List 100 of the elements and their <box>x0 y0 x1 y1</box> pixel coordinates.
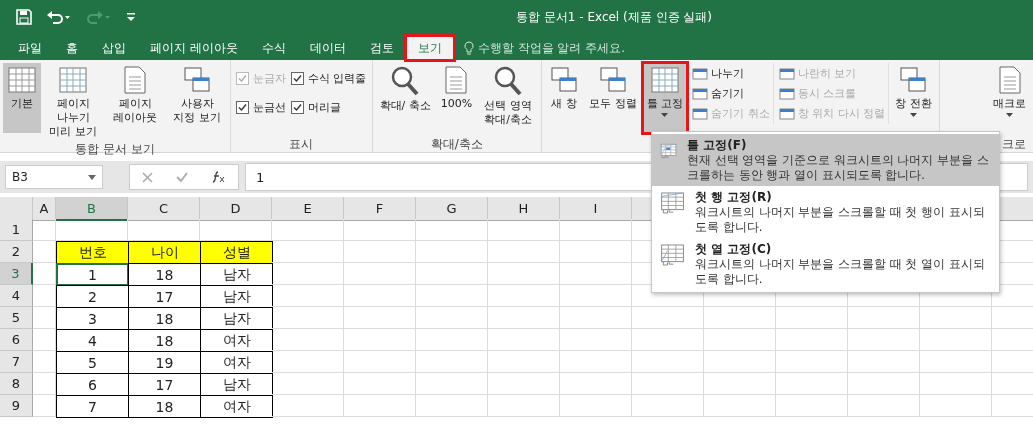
empty-cell[interactable] <box>560 373 632 395</box>
ribbon-button[interactable]: 기본 <box>3 63 41 133</box>
empty-cell[interactable] <box>560 219 632 241</box>
ribbon-button[interactable]: 선택 영역 확대/축소 <box>478 63 539 133</box>
ribbon-button[interactable]: 페이지 나누기 미리 보기 <box>43 63 103 141</box>
column-header[interactable]: B <box>56 197 128 221</box>
empty-cell[interactable] <box>632 395 704 417</box>
empty-cell[interactable] <box>488 219 560 241</box>
empty-cell[interactable] <box>344 263 416 285</box>
empty-cell[interactable] <box>560 329 632 351</box>
save-icon[interactable] <box>16 9 32 25</box>
enter-icon[interactable] <box>176 172 189 182</box>
empty-cell[interactable] <box>344 307 416 329</box>
empty-cell[interactable] <box>632 329 704 351</box>
function-icon[interactable] <box>212 171 227 183</box>
empty-cell[interactable] <box>920 351 992 373</box>
empty-cell[interactable] <box>488 307 560 329</box>
column-header[interactable]: I <box>560 197 632 221</box>
row-header[interactable]: 8 <box>0 373 33 395</box>
empty-cell[interactable] <box>848 307 920 329</box>
empty-cell[interactable] <box>560 307 632 329</box>
column-header[interactable]: H <box>488 197 560 221</box>
row-header[interactable]: 2 <box>0 241 33 263</box>
empty-cell[interactable] <box>344 241 416 263</box>
empty-cell[interactable] <box>344 329 416 351</box>
empty-cell[interactable] <box>416 329 488 351</box>
ribbon-tab[interactable]: 페이지 레이아웃 <box>138 36 250 60</box>
empty-cell[interactable] <box>560 351 632 373</box>
tell-me-field[interactable]: 수행할 작업을 알려 주세요. <box>453 36 626 60</box>
empty-cell[interactable] <box>920 307 992 329</box>
ribbon-tab[interactable]: 데이터 <box>297 36 358 60</box>
empty-cell[interactable] <box>560 241 632 263</box>
name-box[interactable]: B3 <box>5 165 103 189</box>
empty-cell[interactable] <box>776 329 848 351</box>
empty-cell[interactable] <box>848 395 920 417</box>
ribbon-tab[interactable]: 수식 <box>249 36 298 60</box>
menu-item[interactable]: 틀 고정(F) 현재 선택 영역을 기준으로 워크시트의 나머지 부분을 스크롤하는 동안 행과 열이 표시되도록 합니다. <box>652 134 999 186</box>
empty-cell[interactable] <box>920 329 992 351</box>
empty-cell[interactable] <box>416 285 488 307</box>
select-all-corner[interactable] <box>0 197 33 221</box>
table-cell[interactable]: 여자 <box>200 395 273 418</box>
ribbon-tab[interactable]: 보기 <box>405 36 454 60</box>
empty-cell[interactable] <box>560 263 632 285</box>
ribbon-button[interactable]: 틀 고정 <box>642 63 688 133</box>
ribbon-tab[interactable]: 홈 <box>54 36 90 60</box>
cancel-icon[interactable] <box>141 171 153 183</box>
empty-cell[interactable] <box>416 307 488 329</box>
column-header[interactable]: A <box>33 197 56 221</box>
empty-cell[interactable] <box>488 351 560 373</box>
checkbox[interactable]: 수식 입력줄 <box>291 71 367 86</box>
row-header[interactable]: 3 <box>0 263 33 285</box>
column-header[interactable]: D <box>200 197 272 221</box>
ribbon-button[interactable]: 매크로 <box>989 63 1030 133</box>
empty-cell[interactable] <box>416 241 488 263</box>
row-header[interactable]: 4 <box>0 285 33 307</box>
empty-cell[interactable] <box>848 373 920 395</box>
empty-cell[interactable] <box>560 395 632 417</box>
undo-icon[interactable] <box>46 9 72 25</box>
checkbox[interactable]: 머리글 <box>291 100 367 115</box>
ribbon-tab[interactable]: 파일 <box>6 36 54 60</box>
empty-cell[interactable] <box>488 395 560 417</box>
empty-cell[interactable] <box>344 351 416 373</box>
column-header[interactable]: C <box>128 197 200 221</box>
ribbon-button[interactable]: 새 창 <box>545 63 584 133</box>
empty-cell[interactable] <box>704 329 776 351</box>
ribbon-button[interactable]: 페이지 레이아웃 <box>105 63 165 133</box>
ribbon-button[interactable]: 창 전환 <box>891 63 936 133</box>
empty-cell[interactable] <box>488 285 560 307</box>
empty-cell[interactable] <box>920 395 992 417</box>
empty-cell[interactable] <box>632 351 704 373</box>
column-header[interactable]: E <box>272 197 344 221</box>
row-header[interactable]: 9 <box>0 395 33 417</box>
empty-cell[interactable] <box>272 219 344 241</box>
empty-cell[interactable] <box>704 395 776 417</box>
empty-cell[interactable] <box>848 329 920 351</box>
empty-cell[interactable] <box>344 219 416 241</box>
menu-item[interactable]: 첫 열 고정(C) 워크시트의 나머지 부분을 스크롤할 때 첫 열이 표시되도록 합니다. <box>652 238 999 290</box>
ribbon-tab[interactable]: 검토 <box>357 36 406 60</box>
empty-cell[interactable] <box>344 373 416 395</box>
empty-cell[interactable] <box>488 241 560 263</box>
empty-cell[interactable] <box>488 263 560 285</box>
empty-cell[interactable] <box>416 263 488 285</box>
empty-cell[interactable] <box>776 307 848 329</box>
ribbon-button[interactable]: 확대/ 축소 <box>375 63 435 133</box>
ribbon-small-button[interactable]: 숨기기 <box>692 85 770 102</box>
empty-cell[interactable] <box>488 329 560 351</box>
row-header[interactable]: 1 <box>0 219 33 241</box>
empty-cell[interactable] <box>704 307 776 329</box>
customize-icon[interactable] <box>126 12 136 22</box>
column-header[interactable]: F <box>344 197 416 221</box>
empty-cell[interactable] <box>776 395 848 417</box>
empty-cell[interactable] <box>632 373 704 395</box>
caret-icon[interactable] <box>88 174 96 180</box>
empty-cell[interactable] <box>344 395 416 417</box>
empty-cell[interactable] <box>632 307 704 329</box>
empty-cell[interactable] <box>776 373 848 395</box>
redo-icon[interactable] <box>86 9 112 25</box>
empty-cell[interactable] <box>560 285 632 307</box>
row-header[interactable]: 5 <box>0 307 33 329</box>
empty-cell[interactable] <box>416 219 488 241</box>
